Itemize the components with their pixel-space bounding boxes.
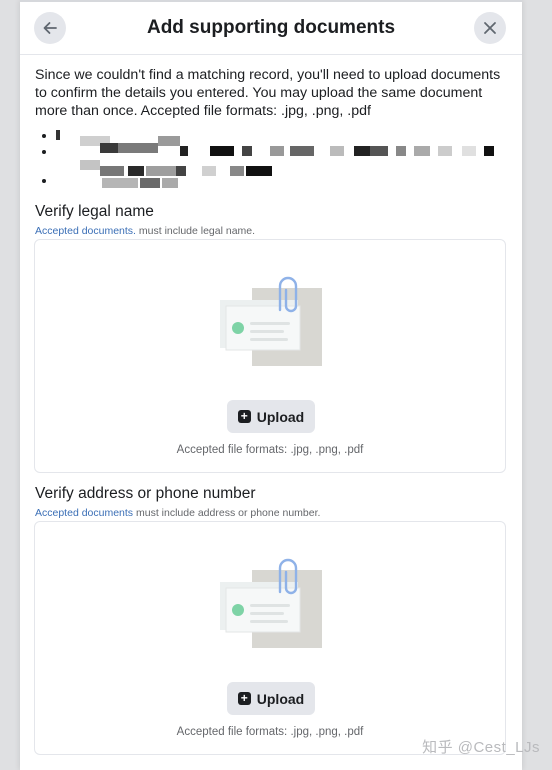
note-text: must include address or phone number.	[133, 507, 321, 519]
accepted-formats-text: Accepted file formats: .jpg, .png, .pdf	[176, 444, 364, 456]
upload-label: Upload	[256, 690, 305, 707]
redaction-block	[140, 178, 160, 188]
redaction-block	[80, 160, 100, 170]
redaction-block	[210, 146, 234, 156]
watermark-text: 知乎 @Cest_LJs	[422, 739, 540, 756]
bullet	[42, 150, 46, 154]
redaction-block	[242, 146, 252, 156]
redaction-block	[100, 143, 118, 153]
redaction-block	[290, 146, 314, 156]
redacted-details-list	[42, 128, 512, 190]
accepted-documents-link[interactable]: Accepted documents.	[35, 225, 136, 237]
redaction-block	[118, 143, 158, 153]
redaction-block	[396, 146, 406, 156]
redaction-block	[330, 146, 344, 156]
upload-card-address-phone: + Upload Accepted file formats: .jpg, .p…	[34, 521, 506, 755]
redaction-block	[102, 178, 138, 188]
dialog-title: Add supporting documents	[146, 17, 396, 38]
plus-icon: +	[237, 410, 251, 423]
arrow-left-icon	[43, 22, 57, 34]
redaction-block	[354, 146, 370, 156]
redaction-block	[180, 146, 188, 156]
bullet	[42, 134, 46, 138]
description-text: Since we couldn't find a matching record…	[35, 67, 501, 119]
upload-card-legal-name: + Upload Accepted file formats: .jpg, .p…	[34, 239, 506, 473]
document-attachment-illustration	[220, 558, 322, 648]
redaction-block	[100, 166, 124, 176]
close-icon	[484, 22, 496, 34]
back-button[interactable]	[34, 12, 66, 44]
redaction-block	[176, 166, 186, 176]
redaction-block	[462, 146, 476, 156]
section-title-address-phone: Verify address or phone number	[35, 485, 256, 502]
section-title-legal-name: Verify legal name	[35, 203, 154, 220]
accepted-documents-link[interactable]: Accepted documents	[35, 507, 133, 519]
redaction-block	[146, 166, 176, 176]
redaction-block	[162, 178, 178, 188]
add-documents-dialog: Add supporting documents Since we couldn…	[20, 0, 522, 770]
upload-label: Upload	[256, 408, 305, 425]
redaction-block	[438, 146, 452, 156]
close-button[interactable]	[474, 12, 506, 44]
bullet	[42, 179, 46, 183]
section-note-address-phone: Accepted documents must include address …	[35, 507, 320, 519]
redaction-block	[246, 166, 272, 176]
upload-button-legal-name[interactable]: + Upload	[227, 400, 315, 433]
redaction-block	[230, 166, 244, 176]
dialog-header: Add supporting documents	[20, 2, 522, 55]
redaction-block	[202, 166, 216, 176]
note-text: must include legal name.	[135, 225, 256, 237]
redaction-block	[56, 130, 60, 140]
document-attachment-illustration	[220, 276, 322, 366]
redaction-block	[414, 146, 430, 156]
redaction-block	[484, 146, 494, 156]
redaction-block	[128, 166, 144, 176]
redaction-block	[270, 146, 284, 156]
redaction-block	[158, 136, 180, 146]
redaction-block	[370, 146, 388, 156]
plus-icon: +	[237, 692, 251, 705]
section-note-legal-name: Accepted documents. must include legal n…	[35, 225, 255, 237]
upload-button-address-phone[interactable]: + Upload	[227, 682, 315, 715]
